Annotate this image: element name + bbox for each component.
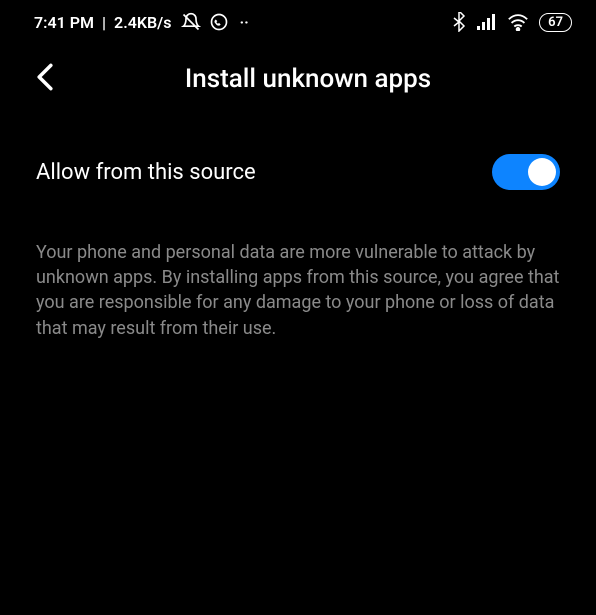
back-button[interactable] — [36, 63, 54, 95]
description-text: Your phone and personal data are more vu… — [0, 210, 596, 371]
toggle-knob — [528, 158, 556, 186]
allow-source-toggle[interactable] — [492, 154, 560, 190]
bluetooth-icon — [451, 12, 467, 32]
battery-indicator: 67 — [539, 13, 572, 32]
status-bar-left: 7:41 PM | 2.4KB/s ·· — [34, 12, 249, 32]
status-separator: | — [102, 13, 106, 32]
page-title: Install unknown apps — [56, 64, 560, 94]
setting-row: Allow from this source — [0, 114, 596, 210]
status-dots: ·· — [239, 13, 248, 32]
whatsapp-icon — [209, 12, 229, 32]
status-bar: 7:41 PM | 2.4KB/s ·· — [0, 0, 596, 40]
wifi-icon — [507, 13, 529, 31]
header: Install unknown apps — [0, 40, 596, 114]
setting-label: Allow from this source — [36, 160, 256, 185]
status-time: 7:41 PM — [34, 13, 94, 32]
status-data-rate: 2.4KB/s — [114, 13, 171, 32]
dnd-icon — [181, 12, 201, 32]
signal-icon — [477, 14, 497, 30]
status-bar-right: 67 — [451, 12, 572, 32]
